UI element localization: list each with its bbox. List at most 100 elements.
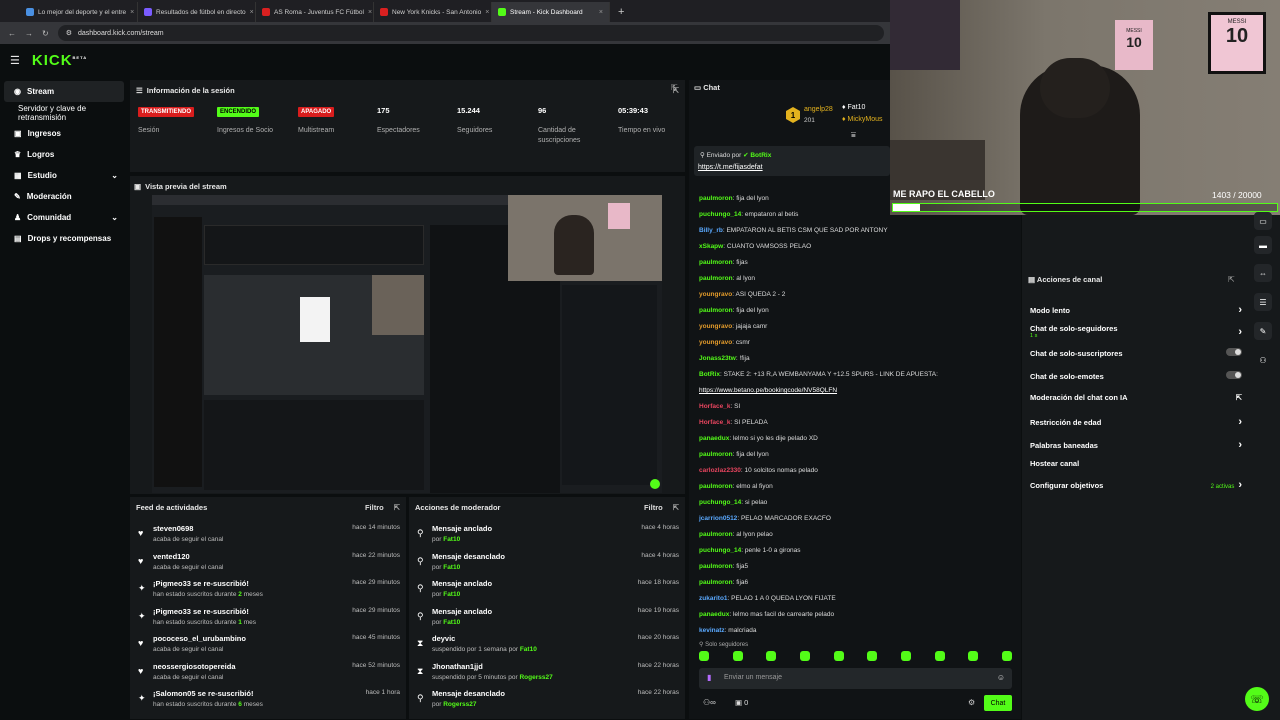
chat-message[interactable]: jcarrion0512: PELAO MARCADOR EXACFO — [699, 515, 831, 522]
chat-message[interactable]: Horface_k: SI PELADA — [699, 419, 768, 426]
chat-message[interactable]: youngravo: csmr — [699, 339, 750, 346]
chat-message[interactable]: paulmoron: fija6 — [699, 579, 748, 586]
sidebar-item[interactable]: ✎ Moderación — [4, 186, 124, 207]
feed-row[interactable]: ♥ neossergiosotopereida acaba de seguir el… — [130, 659, 410, 686]
channel-action-row[interactable]: Configurar objetivos 2 activas › — [1030, 479, 1242, 491]
chat-username[interactable]: kevinatz — [699, 627, 725, 634]
chat-message[interactable]: BotRix: STAKE 2: +13 R,A WEMBANYAMA Y +1… — [699, 371, 938, 378]
sidebar-item[interactable]: Servidor y clave de retransmisión — [4, 102, 124, 123]
chat-message[interactable]: puchungo_14: si pelao — [699, 499, 767, 506]
chat-message[interactable]: youngravo: jajaja camr — [699, 323, 767, 330]
chat-username[interactable]: carlozlaz2330 — [699, 467, 741, 474]
browser-tab[interactable]: New York Knicks - San Antonio × — [374, 2, 492, 22]
chat-message[interactable]: paulmoron: fijas — [699, 259, 748, 266]
channel-action-control[interactable]: › — [1238, 416, 1242, 428]
emote-icon[interactable] — [833, 651, 844, 661]
chat-username[interactable]: youngravo — [699, 339, 732, 346]
chat-username[interactable]: puchungo_14 — [699, 211, 741, 218]
chat-message[interactable]: puchungo_14: penle 1-0 a gironas — [699, 547, 801, 554]
chat-send-button[interactable]: Chat — [984, 695, 1012, 711]
channel-action-control[interactable]: › — [1238, 304, 1242, 316]
chat-message[interactable]: xSkapw: CUANTO VAMSOSS PELAO — [699, 243, 811, 250]
filter-icon[interactable]: ⩸ — [851, 130, 856, 140]
emote-icon[interactable] — [1001, 651, 1012, 661]
close-tab-icon[interactable]: × — [130, 9, 134, 16]
channel-action-row[interactable]: Palabras baneadas › — [1030, 439, 1242, 451]
toggle-switch[interactable] — [1226, 348, 1242, 356]
chat-message[interactable]: paulmoron: elmo al fiyon — [699, 483, 773, 490]
chat-message[interactable]: zukarito1: PELAO 1 A 0 QUEDA LYON FIJATE — [699, 595, 836, 602]
url-field[interactable]: ⚙ dashboard.kick.com/stream — [57, 25, 884, 41]
support-chat-icon[interactable]: ☏ — [1245, 687, 1269, 711]
emote-icon[interactable] — [867, 651, 878, 661]
chat-expand-icon[interactable]: ⇱ — [671, 83, 678, 92]
top-gifter-name[interactable]: angelp28 — [804, 106, 833, 113]
channel-action-row[interactable]: Chat de solo-suscriptores — [1030, 348, 1242, 358]
chevron-down-icon[interactable]: ⌄ — [111, 213, 118, 222]
chat-username[interactable]: Horface_k — [699, 403, 730, 410]
expand-icon[interactable]: ⇱ — [1228, 275, 1235, 284]
chat-username[interactable]: panaedux — [699, 435, 729, 442]
browser-tab[interactable]: AS Roma - Juventus FC Fútbol × — [256, 2, 374, 22]
stream-preview-video[interactable] — [152, 195, 662, 493]
mod-row[interactable]: ⧗ Jhonathan1jjd suspendido por 5 minutos p… — [409, 659, 689, 686]
mod-row[interactable]: ⚲ Mensaje anclado por Fat10 hace 19 horas — [409, 604, 689, 631]
sidebar-item[interactable]: ♛ Logros — [4, 144, 124, 165]
mod-filter[interactable]: Filtro — [644, 503, 663, 512]
channel-action-control[interactable]: 2 activas › — [1211, 479, 1242, 491]
sidebar-item[interactable]: ♟ Comunidad ⌄ — [4, 207, 124, 228]
chat-username[interactable]: paulmoron — [699, 563, 733, 570]
site-info-icon[interactable]: ⚙ — [66, 29, 72, 37]
emote-icon[interactable] — [900, 651, 911, 661]
feed-row[interactable]: ♥ vented120 acaba de seguir el canal hace 2… — [130, 549, 410, 576]
chat-message[interactable]: Jonass23tw: !fija — [699, 355, 750, 362]
emote-icon[interactable] — [699, 651, 709, 661]
back-icon[interactable]: ← — [8, 29, 16, 38]
channel-action-row[interactable]: Restricción de edad › — [1030, 416, 1242, 428]
chevron-down-icon[interactable]: ⌄ — [111, 171, 118, 180]
chat-username[interactable]: zukarito1 — [699, 595, 728, 602]
channel-action-control[interactable]: › — [1238, 439, 1242, 451]
settings-people-icon[interactable]: ⚇∞ — [703, 698, 716, 707]
chat-username[interactable]: youngravo — [699, 323, 732, 330]
chat-message[interactable]: panaedux: lelmo mas facil de carrearte p… — [699, 611, 834, 618]
close-tab-icon[interactable]: × — [250, 9, 254, 16]
chat-username[interactable]: Horface_k — [699, 419, 730, 426]
channel-action-control[interactable] — [1226, 371, 1242, 381]
pinned-message[interactable]: ⚲ Enviado por ✔ BotRix https://t.me/fija… — [694, 146, 890, 176]
mod-row[interactable]: ⚲ Mensaje desanclado por Fat10 hace 4 horas — [409, 549, 689, 576]
emote-icon[interactable] — [934, 651, 945, 661]
channel-action-row[interactable]: Modo lento › — [1030, 304, 1242, 316]
chat-username[interactable]: paulmoron — [699, 195, 733, 202]
chat-message[interactable]: https://www.betano.pe/bookingcode/NV58QL… — [699, 387, 837, 394]
chat-username[interactable]: paulmoron — [699, 307, 733, 314]
chat-message[interactable]: paulmoron: fija5 — [699, 563, 748, 570]
chat-message[interactable]: Billy_rb: EMPATARON AL BETIS CSM QUE SAD… — [699, 227, 888, 234]
mic-icon[interactable]: ▮ — [707, 673, 711, 682]
channel-action-row[interactable]: Hostear canal — [1030, 459, 1242, 468]
quick-action-1[interactable]: ▭ — [1254, 212, 1272, 230]
emote-icon[interactable] — [766, 651, 777, 661]
channel-action-control[interactable]: ⇱ — [1236, 393, 1242, 402]
chat-message[interactable]: paulmoron: al lyon — [699, 275, 755, 282]
chat-username[interactable]: Jonass23tw — [699, 355, 736, 362]
close-tab-icon[interactable]: × — [485, 9, 489, 16]
chat-username[interactable]: BotRix — [699, 371, 720, 378]
quick-action-chat-icon[interactable]: ▬ — [1254, 236, 1272, 254]
chat-message[interactable]: paulmoron: al lyon pelao — [699, 531, 773, 538]
chat-username[interactable]: paulmoron — [699, 275, 733, 282]
feed-row[interactable]: ✦ ¡Pigmeo33 se re-suscribió! han estado su… — [130, 604, 410, 631]
chat-message[interactable]: paulmoron: fija del lyon — [699, 307, 769, 314]
mod-row[interactable]: ⚲ Mensaje anclado por Fat10 hace 4 horas — [409, 521, 689, 548]
chat-username[interactable]: paulmoron — [699, 451, 733, 458]
quick-action-link-icon[interactable]: ⇔ — [1254, 264, 1272, 282]
new-tab-button[interactable]: + — [610, 2, 632, 22]
expand-icon[interactable]: ⇱ — [673, 503, 679, 512]
chat-username[interactable]: puchungo_14 — [699, 499, 741, 506]
chat-username[interactable]: paulmoron — [699, 483, 733, 490]
chat-username[interactable]: Billy_rb — [699, 227, 723, 234]
mod-row[interactable]: ⧗ deyvic suspendido por 1 semana por Fat10… — [409, 631, 689, 658]
sidebar-item[interactable]: ▣ Ingresos — [4, 123, 124, 144]
chat-message[interactable]: paulmoron: fija del lyon — [699, 451, 769, 458]
browser-tab[interactable]: Resultados de fútbol en directo × — [138, 2, 256, 22]
